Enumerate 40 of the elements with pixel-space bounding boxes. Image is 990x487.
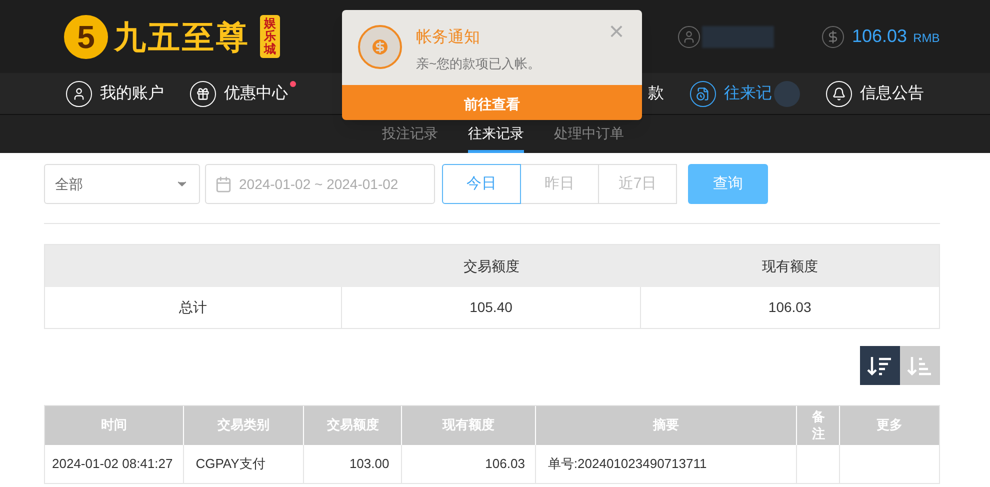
bell-icon	[826, 80, 852, 106]
nav-link[interactable]: 款	[648, 82, 664, 106]
gift-icon	[190, 80, 216, 106]
date-range-value: 2024-01-02 ~ 2024-01-02	[239, 174, 398, 194]
date-preset-button[interactable]: 今日	[442, 164, 521, 204]
sort-ascending-icon	[907, 354, 933, 376]
logo-mark: 5	[64, 14, 108, 58]
document-clock-icon	[690, 80, 716, 106]
table-cell: CGPAY支付	[184, 445, 304, 483]
logo-text: 九五至尊	[114, 18, 250, 56]
table-cell-text: 106.03	[767, 298, 812, 317]
nav-link[interactable]: 信息公告	[826, 80, 924, 106]
table-cell: 2024-01-02 08:41:27	[45, 445, 184, 483]
calendar-icon	[215, 176, 232, 192]
nav-link[interactable]: 往来记	[690, 80, 800, 106]
view-details-button[interactable]: 前往查看	[342, 85, 642, 120]
sort-button[interactable]	[860, 346, 900, 385]
table-cell: 103.00	[304, 445, 402, 483]
table-cell: 单号:202401023490713711	[536, 445, 798, 483]
blurred-text	[774, 80, 800, 106]
sort-descending-icon	[867, 354, 893, 376]
blurred-username	[702, 26, 774, 48]
balance-amount: 106.03	[852, 25, 908, 48]
balance-currency: RMB	[913, 30, 940, 47]
select-value: 全部	[55, 174, 83, 194]
nav-link[interactable]: 优惠中心	[190, 80, 288, 106]
type-select[interactable]: 全部	[44, 164, 200, 204]
table-cell: 总计	[45, 287, 342, 328]
date-range-field[interactable]: 2024-01-02 ~ 2024-01-02	[205, 164, 435, 204]
user-avatar-icon	[678, 26, 700, 48]
nav-link[interactable]: 我的账户	[66, 80, 164, 106]
notification-message: 亲~您的款项已入帐。	[416, 55, 541, 73]
dollar-icon	[822, 26, 844, 48]
column-header: 交易额度	[462, 256, 520, 276]
notification-title: 帐务通知	[416, 28, 481, 48]
logo-badge: 娱乐城	[260, 14, 280, 58]
table-cell: 106.03	[402, 445, 536, 483]
table-cell: 105.40	[342, 287, 641, 328]
user-icon	[66, 80, 92, 106]
column-header: 现有额度	[760, 256, 819, 276]
